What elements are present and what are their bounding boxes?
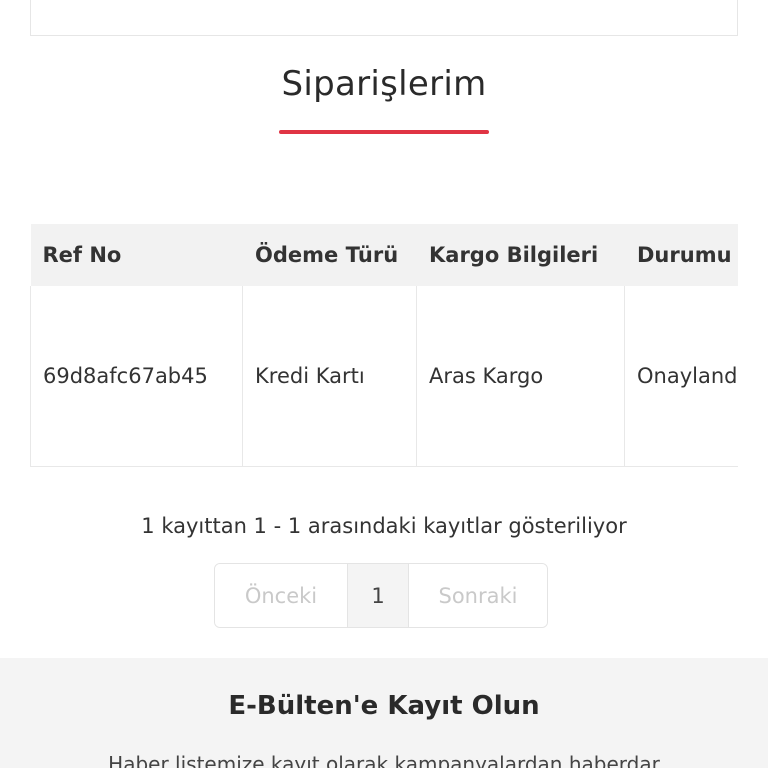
title-underline bbox=[279, 130, 489, 134]
header-payment-type[interactable]: Ödeme Türü bbox=[242, 224, 417, 286]
next-page-button[interactable]: Sonraki bbox=[409, 564, 547, 627]
header-status[interactable]: Durumu bbox=[624, 224, 738, 286]
orders-table: Ref No Ödeme Türü Kargo Bilgileri Durumu… bbox=[30, 224, 738, 467]
records-info: 1 kayıttan 1 - 1 arasındaki kayıtlar gös… bbox=[141, 514, 627, 538]
previous-page-button[interactable]: Önceki bbox=[215, 564, 348, 627]
page-title: Siparişlerim bbox=[281, 64, 487, 104]
table-row: 69d8afc67ab45 Kredi Kartı Aras Kargo Ona… bbox=[30, 286, 738, 467]
table-header-row: Ref No Ödeme Türü Kargo Bilgileri Durumu bbox=[30, 224, 738, 286]
orders-table-container[interactable]: Ref No Ödeme Türü Kargo Bilgileri Durumu… bbox=[30, 224, 738, 467]
cell-payment-type: Kredi Kartı bbox=[242, 286, 417, 467]
cell-shipping-info: Aras Kargo bbox=[416, 286, 625, 467]
header-shipping-info[interactable]: Kargo Bilgileri bbox=[416, 224, 625, 286]
newsletter-section: E-Bülten'e Kayıt Olun Haber listemize ka… bbox=[0, 658, 768, 768]
newsletter-description: Haber listemize kayıt olarak kampanyalar… bbox=[108, 752, 660, 768]
page-number-button[interactable]: 1 bbox=[348, 564, 409, 627]
header-ref-no[interactable]: Ref No bbox=[30, 224, 243, 286]
previous-section-card bbox=[30, 0, 738, 36]
cell-ref-no: 69d8afc67ab45 bbox=[30, 286, 243, 467]
newsletter-title: E-Bülten'e Kayıt Olun bbox=[228, 691, 540, 721]
pagination: Önceki 1 Sonraki bbox=[214, 563, 548, 628]
cell-status: Onaylandı bbox=[624, 286, 738, 467]
